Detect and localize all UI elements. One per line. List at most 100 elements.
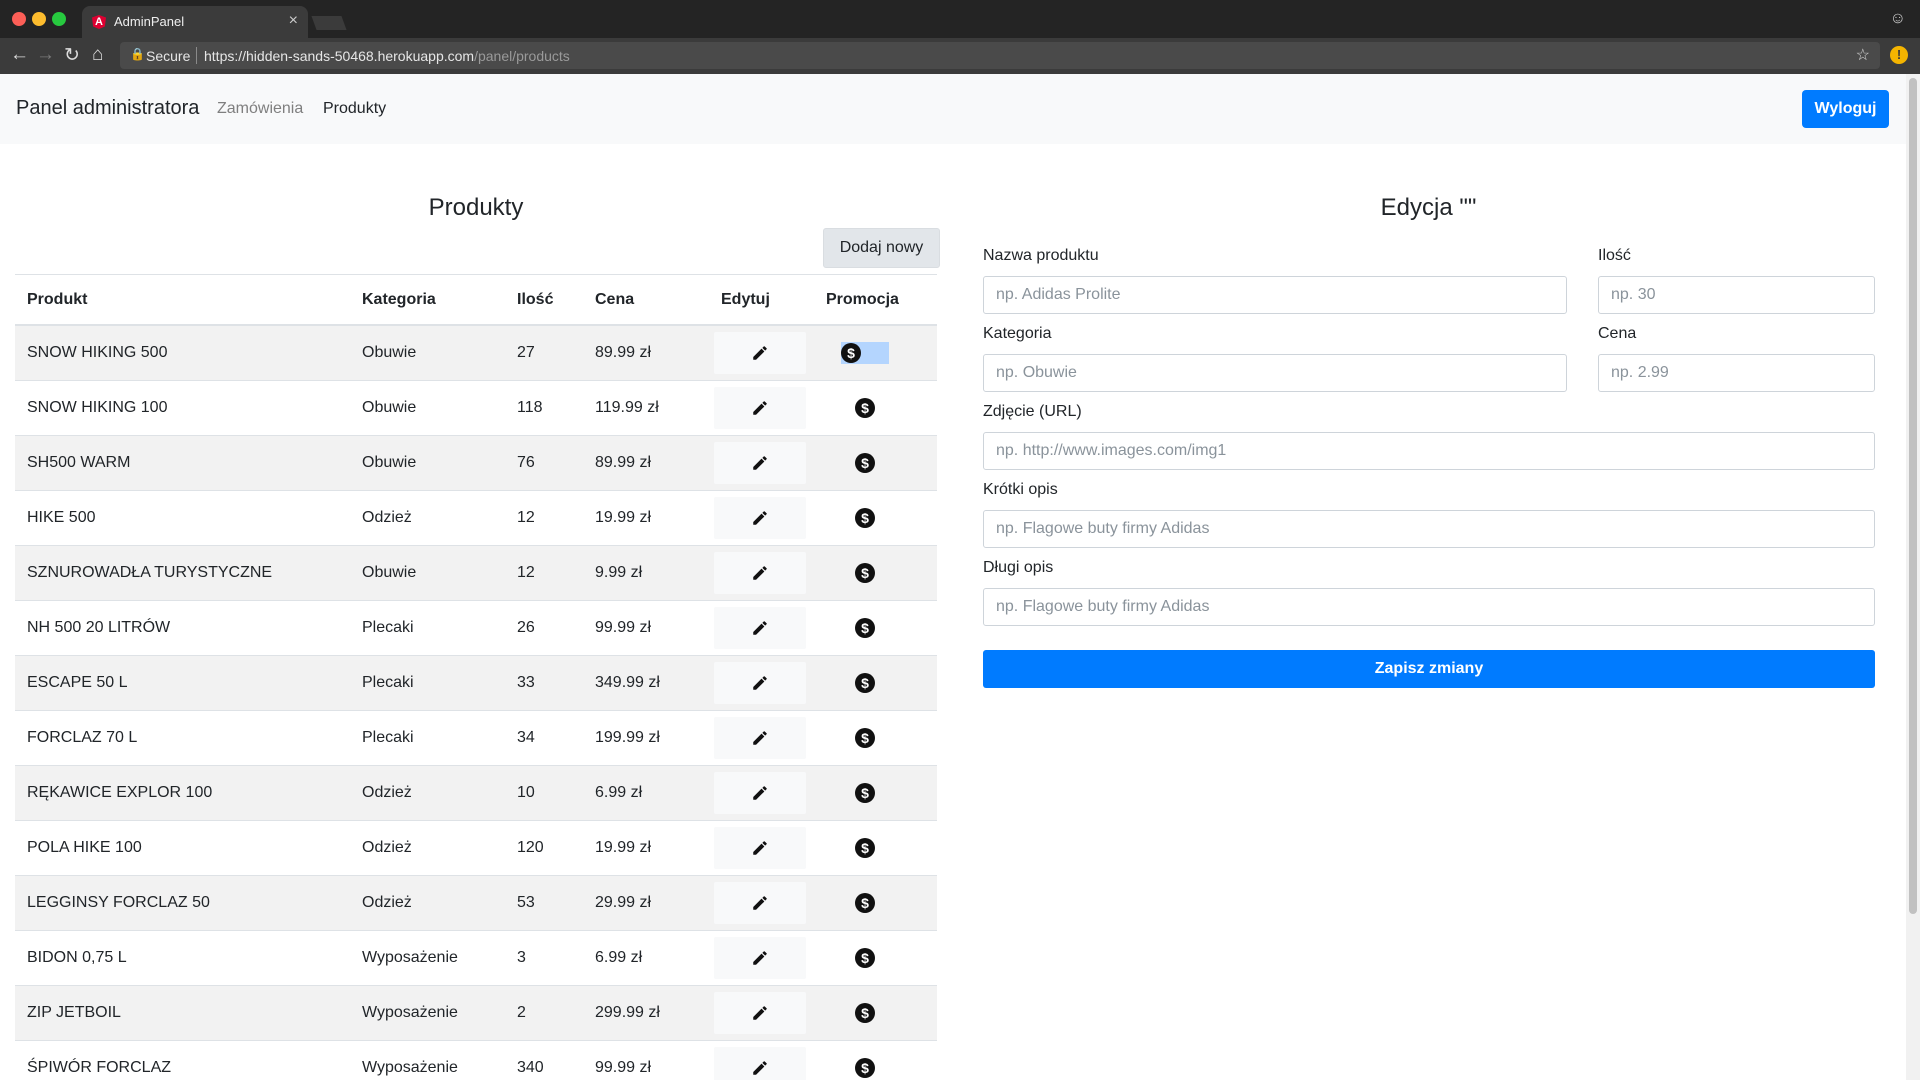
promo-button[interactable]: $: [814, 508, 916, 528]
price-input[interactable]: [1598, 354, 1875, 392]
cell-qty: 33: [505, 655, 583, 711]
maximize-window-button[interactable]: [52, 12, 66, 26]
edit-product-button[interactable]: [714, 607, 806, 649]
cell-qty: 3: [505, 930, 583, 986]
short-desc-input[interactable]: [983, 510, 1875, 548]
promo-button[interactable]: $: [814, 1003, 916, 1023]
cell-edit: [709, 655, 814, 711]
promo-button[interactable]: $: [814, 563, 916, 583]
qty-input[interactable]: [1598, 276, 1875, 314]
promo-button[interactable]: $: [814, 948, 916, 968]
edit-product-button[interactable]: [714, 937, 806, 979]
cell-qty: 10: [505, 765, 583, 821]
pencil-icon: [751, 564, 769, 582]
cell-qty: 34: [505, 710, 583, 766]
promo-button[interactable]: $: [814, 893, 916, 913]
dollar-icon[interactable]: $: [855, 838, 875, 858]
dollar-icon[interactable]: $: [855, 948, 875, 968]
dollar-icon[interactable]: $: [855, 728, 875, 748]
promo-button[interactable]: $: [814, 398, 916, 418]
products-table-body: SNOW HIKING 500 Obuwie 27 89.99 zł $ SNOW HIK…: [15, 325, 937, 1080]
cell-edit: [709, 1040, 814, 1080]
edit-product-button[interactable]: [714, 717, 806, 759]
edit-product-button[interactable]: [714, 387, 806, 429]
promo-button[interactable]: $: [814, 342, 916, 364]
address-bar[interactable]: 🔒 Secure https://hidden-sands-50468.hero…: [120, 42, 1880, 69]
nav-link-products[interactable]: Produkty: [323, 100, 386, 118]
edit-product-button[interactable]: [714, 882, 806, 924]
new-tab-button[interactable]: [311, 16, 347, 30]
cell-qty: 12: [505, 545, 583, 601]
add-new-product-button[interactable]: Dodaj nowy: [823, 228, 940, 268]
product-name-input[interactable]: [983, 276, 1567, 314]
dollar-icon[interactable]: $: [841, 343, 861, 363]
long-desc-input[interactable]: [983, 588, 1875, 626]
pencil-icon: [751, 839, 769, 857]
promo-button[interactable]: $: [814, 673, 916, 693]
reload-icon[interactable]: ↻: [64, 44, 80, 67]
cell-product-name: SNOW HIKING 500: [15, 325, 350, 381]
bookmark-star-icon[interactable]: ☆: [1856, 45, 1870, 65]
promo-button[interactable]: $: [814, 618, 916, 638]
dollar-icon[interactable]: $: [855, 893, 875, 913]
cell-category: Wyposażenie: [350, 930, 505, 986]
col-header-qty: Ilość: [505, 274, 583, 326]
edit-product-button[interactable]: [714, 442, 806, 484]
forward-icon[interactable]: →: [36, 44, 55, 66]
promo-button[interactable]: $: [814, 838, 916, 858]
cell-qty: 120: [505, 820, 583, 876]
promo-button[interactable]: $: [814, 783, 916, 803]
back-icon[interactable]: ←: [10, 44, 29, 66]
dollar-icon[interactable]: $: [855, 508, 875, 528]
edit-product-button[interactable]: [714, 497, 806, 539]
minimize-window-button[interactable]: [32, 12, 46, 26]
dollar-icon[interactable]: $: [855, 453, 875, 473]
table-row: ŚPIWÓR FORCLAZ Wyposażenie 340 99.99 zł $: [15, 1040, 937, 1080]
save-changes-button[interactable]: Zapisz zmiany: [983, 650, 1875, 688]
close-tab-icon[interactable]: ×: [289, 12, 298, 30]
logout-button[interactable]: Wyloguj: [1802, 90, 1889, 128]
dollar-icon[interactable]: $: [855, 618, 875, 638]
edit-product-button[interactable]: [714, 1047, 806, 1080]
cell-qty: 53: [505, 875, 583, 931]
cell-product-name: RĘKAWICE EXPLOR 100: [15, 765, 350, 821]
browser-toolbar: ← → ↻ ⌂ 🔒 Secure https://hidden-sands-50…: [0, 38, 1920, 74]
scrollbar-thumb[interactable]: [1909, 78, 1917, 914]
dollar-icon[interactable]: $: [855, 783, 875, 803]
url-text[interactable]: https://hidden-sands-50468.herokuapp.com…: [204, 48, 570, 64]
page-scrollbar[interactable]: [1906, 74, 1920, 1080]
browser-tab[interactable]: A AdminPanel ×: [82, 6, 308, 38]
dollar-icon[interactable]: $: [855, 673, 875, 693]
pencil-icon: [751, 619, 769, 637]
close-window-button[interactable]: [12, 12, 26, 26]
extension-icon[interactable]: !: [1890, 46, 1908, 64]
cell-product-name: HIKE 500: [15, 490, 350, 546]
cell-edit: [709, 545, 814, 601]
image-url-input[interactable]: [983, 432, 1875, 470]
pencil-icon: [751, 344, 769, 362]
edit-product-button[interactable]: [714, 662, 806, 704]
label-qty: Ilość: [1598, 247, 1631, 264]
edit-product-button[interactable]: [714, 332, 806, 374]
promo-button[interactable]: $: [814, 1058, 916, 1078]
brand[interactable]: Panel administratora: [16, 97, 199, 120]
edit-product-button[interactable]: [714, 772, 806, 814]
cell-promo: $: [814, 490, 937, 546]
edit-product-button[interactable]: [714, 552, 806, 594]
promo-button[interactable]: $: [814, 453, 916, 473]
dollar-icon[interactable]: $: [855, 563, 875, 583]
nav-link-orders[interactable]: Zamówienia: [217, 100, 303, 118]
dollar-icon[interactable]: $: [855, 1058, 875, 1078]
category-input[interactable]: [983, 354, 1567, 392]
pencil-icon: [751, 784, 769, 802]
edit-product-button[interactable]: [714, 827, 806, 869]
edit-product-button[interactable]: [714, 992, 806, 1034]
profile-icon[interactable]: ☺: [1890, 10, 1906, 28]
dollar-icon[interactable]: $: [855, 398, 875, 418]
cell-price: 6.99 zł: [583, 930, 709, 986]
dollar-icon[interactable]: $: [855, 1003, 875, 1023]
cell-category: Odzież: [350, 765, 505, 821]
promo-button[interactable]: $: [814, 728, 916, 748]
home-icon[interactable]: ⌂: [92, 44, 103, 66]
cell-promo: $: [814, 930, 937, 986]
